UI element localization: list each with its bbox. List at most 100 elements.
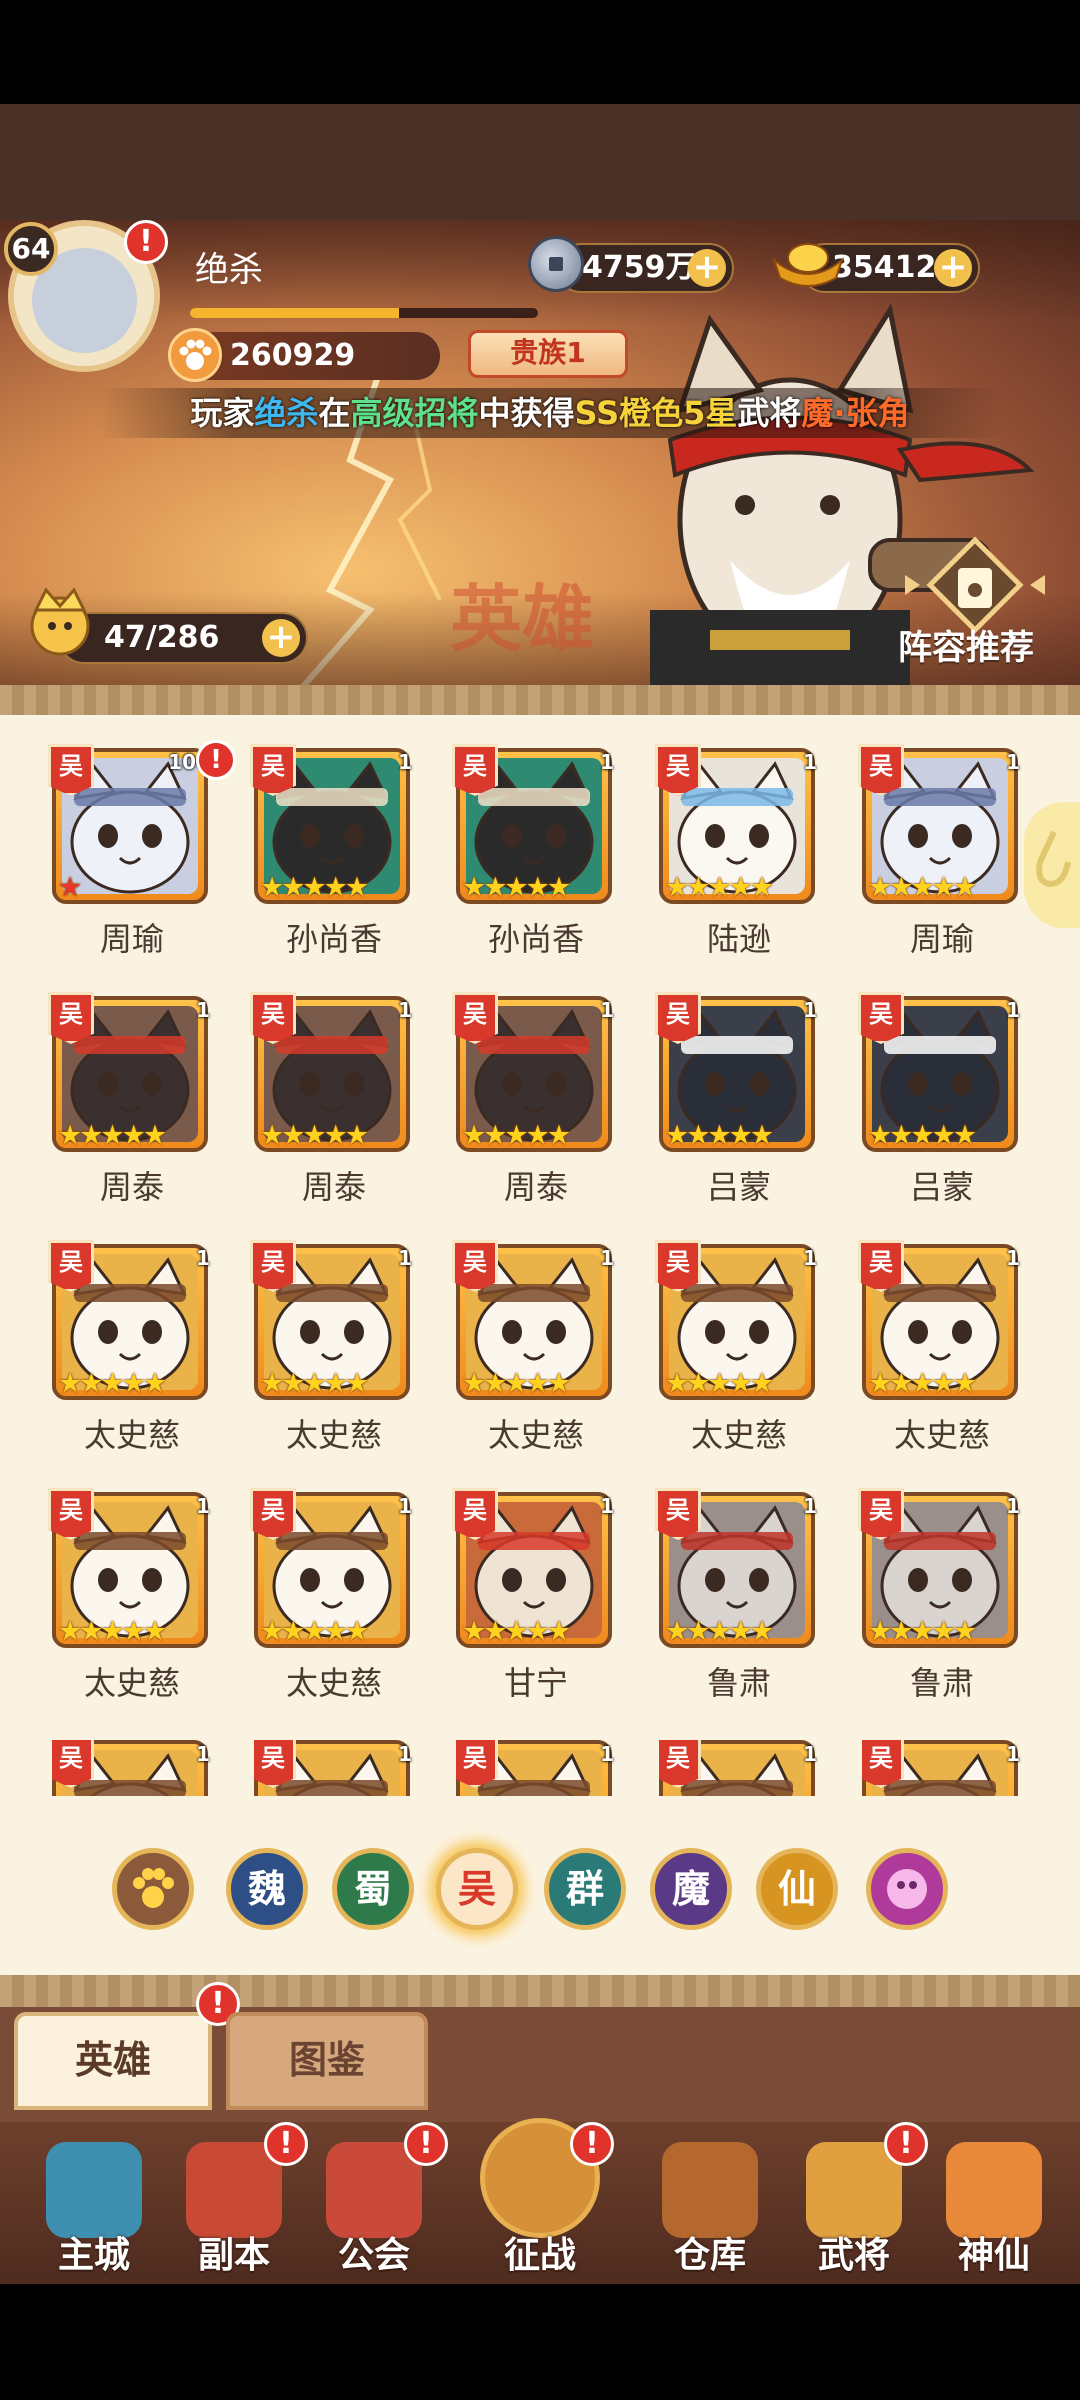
filter-paw-icon[interactable]	[112, 1848, 194, 1930]
nav-battle[interactable]: 征战!	[470, 2118, 614, 2284]
hero-card[interactable]: ★ 吴 100 周瑜!	[48, 740, 236, 958]
nav-sword[interactable]: 副本!	[164, 2122, 308, 2284]
hero-card[interactable]: ★★★★★ 吴 1 吕蒙	[858, 992, 1030, 1206]
broadcast-mid1: 在	[318, 394, 351, 432]
nav-cat[interactable]: 神仙	[924, 2122, 1064, 2284]
hero-card[interactable]: 吴1	[52, 1740, 220, 1796]
hero-card[interactable]: ★★★★★ 吴 1 孙尚香	[452, 744, 624, 958]
hero-name: 孙尚香	[285, 920, 382, 958]
faction-tag-wu: 吴	[452, 992, 498, 1044]
hero-card[interactable]: ★★★★★ 吴 1 鲁肃	[858, 1488, 1030, 1702]
hero-card[interactable]: 吴1	[862, 1740, 1030, 1796]
nav-alert-icon: !	[570, 2122, 614, 2166]
hero-card[interactable]: ★★★★★ 吴 1 鲁肃	[655, 1488, 827, 1702]
nav-label: 仓库	[673, 2235, 746, 2276]
hero-stars: ★★★★★	[868, 1616, 977, 1647]
hero-card[interactable]: ★★★★★ 吴 1 周瑜	[858, 744, 1030, 958]
hero-card[interactable]: ★★★★★ 吴 1 孙尚香	[250, 744, 422, 958]
hero-stars: ★★★★★	[462, 872, 571, 903]
hero-alert-icon: !	[196, 740, 236, 780]
city-icon	[46, 2142, 142, 2238]
nav-city[interactable]: 主城	[24, 2122, 164, 2284]
hero-card[interactable]: ★★★★★ 吴 1 太史慈	[48, 1240, 220, 1454]
broadcast-prefix: 玩家	[190, 394, 255, 432]
filter-faction-5[interactable]: 魔	[650, 1848, 732, 1930]
hero-card[interactable]: 吴1	[254, 1740, 422, 1796]
broadcast-hero: 魔·张角	[801, 394, 910, 432]
top-band	[0, 104, 1080, 220]
system-bottom-area	[0, 2284, 1080, 2400]
hero-stars: ★★★★★	[58, 1368, 167, 1399]
filter-faction-2[interactable]: 蜀	[332, 1848, 414, 1930]
hero-name: 周瑜	[909, 920, 974, 958]
tab-codex[interactable]: 图鉴	[226, 2012, 428, 2110]
hero-stars: ★★★★★	[665, 1120, 774, 1151]
hero-card[interactable]: 吴1	[456, 1740, 624, 1796]
hero-card[interactable]: ★★★★★ 吴 1 甘宁	[452, 1488, 624, 1702]
hero-level: 1	[196, 1742, 210, 1766]
hero-name: 周瑜	[99, 920, 164, 958]
faction-tag-wu: 吴	[452, 1488, 498, 1540]
faction-tag-wu: 吴	[655, 1240, 701, 1292]
hero-name: 太史慈	[487, 1416, 584, 1454]
hero-stars: ★★★★★	[462, 1120, 571, 1151]
broadcast-pool: 高级招将	[350, 394, 479, 432]
cat-icon	[946, 2142, 1042, 2238]
hero-card[interactable]: ★★★★★ 吴 1 太史慈	[452, 1240, 624, 1454]
hero-level: 1	[803, 1246, 817, 1270]
faction-tag-wu: 吴	[452, 1240, 498, 1292]
filter-faction-1[interactable]: 魏	[226, 1848, 308, 1930]
hero-stars: ★	[58, 872, 82, 903]
broadcast-mid3: 武将	[737, 394, 802, 432]
hero-name: 陆逊	[706, 920, 771, 958]
hero-level: 1	[1006, 998, 1020, 1022]
hero-card[interactable]: ★★★★★ 吴 1 周泰	[250, 992, 422, 1206]
hero-level: 1	[803, 1494, 817, 1518]
hero-level: 1	[398, 750, 412, 774]
nav-bag[interactable]: 仓库	[640, 2122, 780, 2284]
filter-spirit-icon[interactable]	[866, 1848, 948, 1930]
nav-label: 武将	[817, 2235, 890, 2276]
hero-level: 1	[1006, 1742, 1020, 1766]
hero-level: 1	[196, 1246, 210, 1270]
noble-rank-badge[interactable]: 贵族1	[468, 330, 628, 378]
broadcast-grade: SS橙色5星	[574, 394, 738, 432]
nav-general[interactable]: 武将!	[784, 2122, 928, 2284]
hero-level: 1	[398, 998, 412, 1022]
hero-card[interactable]: ★★★★★ 吴 1 周泰	[48, 992, 220, 1206]
hero-name: 太史慈	[893, 1416, 990, 1454]
side-pull-tab[interactable]	[1024, 802, 1080, 928]
exp-bar	[190, 308, 538, 318]
hero-name: 周泰	[503, 1168, 568, 1206]
power-paw-icon	[168, 328, 222, 382]
hero-card[interactable]: ★★★★★ 吴 1 太史慈	[655, 1240, 827, 1454]
hero-name: 太史慈	[83, 1664, 180, 1702]
add-copper-button[interactable]: +	[688, 249, 726, 287]
add-gold-button[interactable]: +	[934, 249, 972, 287]
hero-card[interactable]: ★★★★★ 吴 1 吕蒙	[655, 992, 827, 1206]
hero-name: 太史慈	[690, 1416, 787, 1454]
hero-card[interactable]: 吴1	[659, 1740, 827, 1796]
nav-label: 神仙	[957, 2235, 1030, 2276]
faction-tag-wu: 吴	[48, 1240, 94, 1292]
hero-card[interactable]: ★★★★★ 吴 1 太史慈	[858, 1240, 1030, 1454]
filter-faction-6[interactable]: 仙	[756, 1848, 838, 1930]
filter-faction-3[interactable]: 吴	[436, 1848, 518, 1930]
filter-faction-4[interactable]: 群	[544, 1848, 626, 1930]
hero-card[interactable]: ★★★★★ 吴 1 陆逊	[655, 744, 827, 958]
hero-card[interactable]: ★★★★★ 吴 1 太史慈	[250, 1488, 422, 1702]
hero-level: 1	[600, 1246, 614, 1270]
faction-tag-wu: 吴	[858, 1488, 904, 1540]
hero-stars: ★★★★★	[665, 872, 774, 903]
hero-stars: ★★★★★	[868, 872, 977, 903]
hero-card[interactable]: ★★★★★ 吴 1 太史慈	[48, 1488, 220, 1702]
tab-heroes[interactable]: 英雄	[14, 2012, 212, 2110]
nav-guild-flag[interactable]: 公会!	[304, 2122, 448, 2284]
hero-name: 甘宁	[503, 1664, 568, 1702]
hero-card[interactable]: ★★★★★ 吴 1 太史慈	[250, 1240, 422, 1454]
power-value: 260929	[230, 338, 356, 373]
player-name: 绝杀	[195, 250, 263, 290]
hero-stars: ★★★★★	[868, 1120, 977, 1151]
add-hero-slot-button[interactable]: +	[262, 619, 300, 657]
hero-card[interactable]: ★★★★★ 吴 1 周泰	[452, 992, 624, 1206]
